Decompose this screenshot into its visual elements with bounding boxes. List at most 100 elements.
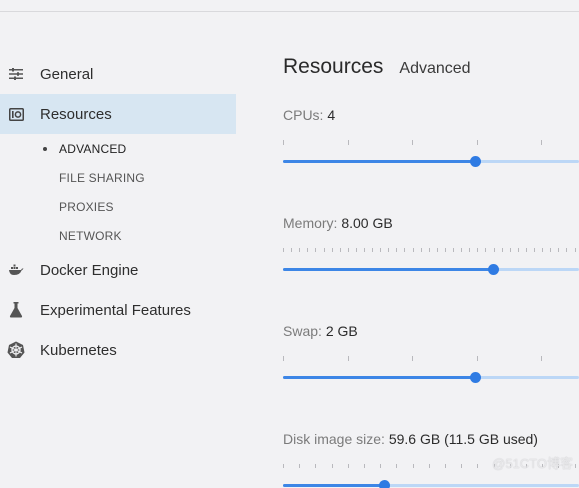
resources-icon xyxy=(7,105,25,123)
slider-tick xyxy=(307,248,308,252)
setting-label: CPUs: 4 xyxy=(283,107,579,123)
slider-tick xyxy=(315,248,316,252)
active-bullet-icon xyxy=(43,146,47,151)
sidebar-item-label: General xyxy=(40,65,94,83)
slider-thumb[interactable] xyxy=(379,480,390,488)
sidebar-subitem-label: PROXIES xyxy=(59,199,114,214)
disk-image-size-setting: Disk image size: 59.6 GB (11.5 GB used) xyxy=(283,431,579,488)
sidebar-subitem-network[interactable]: NETWORK xyxy=(59,221,236,250)
slider-tick xyxy=(348,248,349,252)
setting-name: Disk image size: xyxy=(283,431,385,447)
sidebar-subitem-label: ADVANCED xyxy=(59,141,127,156)
slider-tick xyxy=(477,464,478,468)
slider-tick xyxy=(541,356,542,361)
slider-tick xyxy=(332,464,333,468)
slider-thumb[interactable] xyxy=(488,264,499,275)
slider-tick xyxy=(283,140,284,145)
slider-tick xyxy=(421,248,422,252)
sidebar-item-docker-engine[interactable]: Docker Engine xyxy=(0,250,236,290)
slider-tick xyxy=(445,464,446,468)
slider-tick xyxy=(356,248,357,252)
slider-tick xyxy=(534,248,535,252)
slider-tick xyxy=(550,248,551,252)
slider-tick xyxy=(518,248,519,252)
slider-tick xyxy=(526,248,527,252)
setting-label: Disk image size: 59.6 GB (11.5 GB used) xyxy=(283,431,579,447)
sidebar-item-label: Docker Engine xyxy=(40,261,139,279)
cpus-setting: CPUs: 4 xyxy=(283,107,579,167)
sidebar-item-label: Experimental Features xyxy=(40,301,191,319)
slider-ticks xyxy=(283,356,579,362)
slider-tick xyxy=(510,248,511,252)
whale-icon xyxy=(7,261,25,279)
slider-tick xyxy=(477,356,478,361)
slider-tick xyxy=(541,140,542,145)
setting-value: 59.6 GB (11.5 GB used) xyxy=(388,431,538,447)
slider-tick xyxy=(566,248,567,252)
sidebar-subitem-advanced[interactable]: ADVANCED xyxy=(43,134,236,163)
slider-tick xyxy=(348,140,349,145)
sidebar-item-label: Kubernetes xyxy=(40,341,117,359)
slider-tick xyxy=(502,248,503,252)
resources-sub-list: ADVANCED FILE SHARING PROXIES NETWORK xyxy=(0,134,236,250)
slider-tick xyxy=(469,248,470,252)
slider-tick xyxy=(364,464,365,468)
swap-slider[interactable] xyxy=(283,372,579,383)
slider-tick xyxy=(396,248,397,252)
slider-tick xyxy=(283,248,284,252)
slider-tick xyxy=(461,464,462,468)
slider-tick xyxy=(332,248,333,252)
sidebar-subitem-label: NETWORK xyxy=(59,228,122,243)
slider-tick xyxy=(283,356,284,361)
sidebar: General Resources ADVANCED FILE SHARING … xyxy=(0,54,236,370)
slider-tick xyxy=(558,248,559,252)
slider-tick xyxy=(412,140,413,145)
cpus-slider[interactable] xyxy=(283,156,579,167)
setting-name: Memory: xyxy=(283,215,338,231)
slider-fill xyxy=(283,268,493,271)
sidebar-subitem-proxies[interactable]: PROXIES xyxy=(59,192,236,221)
setting-name: Swap: xyxy=(283,323,322,339)
sidebar-item-kubernetes[interactable]: Kubernetes xyxy=(0,330,236,370)
slider-tick xyxy=(364,248,365,252)
slider-tick xyxy=(477,248,478,252)
sidebar-item-resources[interactable]: Resources xyxy=(0,94,236,134)
sidebar-item-general[interactable]: General xyxy=(0,54,236,94)
memory-setting: Memory: 8.00 GB xyxy=(283,215,579,275)
slider-tick xyxy=(388,248,389,252)
slider-tick xyxy=(348,464,349,468)
sliders-icon xyxy=(7,65,25,83)
slider-thumb[interactable] xyxy=(470,156,481,167)
slider-thumb[interactable] xyxy=(470,372,481,383)
slider-tick xyxy=(542,248,543,252)
slider-tick xyxy=(291,248,292,252)
slider-ticks xyxy=(283,248,579,254)
slider-ticks xyxy=(283,140,579,146)
flask-icon xyxy=(7,301,25,319)
slider-tick xyxy=(575,464,576,468)
page-title: Resources xyxy=(283,55,384,78)
memory-slider[interactable] xyxy=(283,264,579,275)
setting-name: CPUs: xyxy=(283,107,324,123)
sidebar-subitem-file-sharing[interactable]: FILE SHARING xyxy=(59,163,236,192)
slider-tick xyxy=(413,248,414,252)
setting-label: Swap: 2 GB xyxy=(283,323,579,339)
slider-tick xyxy=(413,464,414,468)
disk-image-size-slider[interactable] xyxy=(283,480,579,488)
setting-value: 2 GB xyxy=(325,323,358,339)
slider-tick xyxy=(461,248,462,252)
slider-fill xyxy=(283,484,384,487)
sidebar-item-label: Resources xyxy=(40,105,112,123)
slider-tick xyxy=(429,248,430,252)
slider-tick xyxy=(477,140,478,145)
sidebar-item-experimental-features[interactable]: Experimental Features xyxy=(0,290,236,330)
slider-tick xyxy=(485,248,486,252)
slider-tick xyxy=(380,248,381,252)
slider-tick xyxy=(575,248,576,252)
slider-tick xyxy=(283,464,284,468)
slider-fill xyxy=(283,160,475,163)
section-subtitle: Advanced xyxy=(399,60,471,77)
slider-tick xyxy=(396,464,397,468)
slider-tick xyxy=(348,356,349,361)
slider-tick xyxy=(324,248,325,252)
